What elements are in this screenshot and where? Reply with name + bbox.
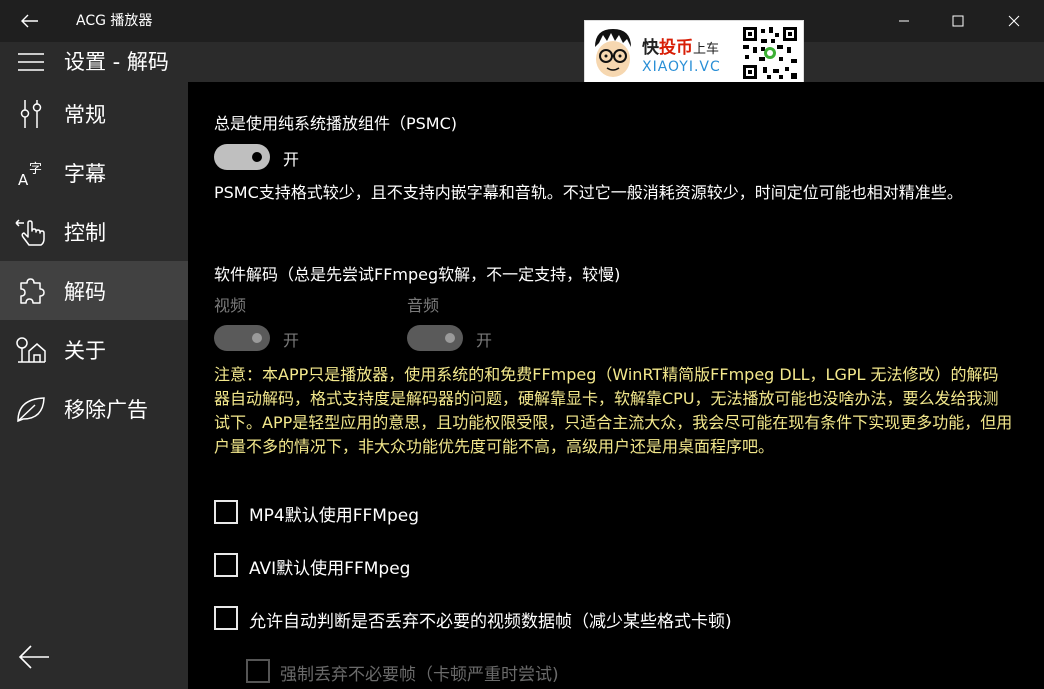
- hamburger-menu-button[interactable]: [12, 42, 50, 82]
- minimize-button[interactable]: [876, 0, 932, 42]
- sidebar-item-label: 移除广告: [64, 397, 148, 422]
- psmc-toggle[interactable]: [214, 144, 270, 170]
- sidebar-item-label: 常规: [64, 102, 106, 127]
- svg-text:A: A: [18, 171, 29, 188]
- toggle-knob: [252, 152, 262, 162]
- avi-ffmpeg-checkbox[interactable]: [214, 553, 238, 577]
- psmc-toggle-label: 开: [283, 150, 300, 169]
- title-back-button[interactable]: [0, 0, 60, 42]
- sidebar-item-label: 解码: [64, 279, 106, 304]
- back-arrow-icon: [21, 14, 38, 28]
- puzzle-icon: [20, 277, 45, 304]
- minimize-icon: [899, 20, 909, 22]
- settings-sliders-icon: [20, 99, 42, 128]
- page-title: 设置 - 解码: [64, 50, 169, 74]
- close-button[interactable]: [986, 0, 1042, 42]
- sidebar-item-label: 关于: [64, 338, 106, 363]
- maximize-button[interactable]: [930, 0, 986, 42]
- sidebar-item-subtitle[interactable]: A字 字幕: [0, 143, 188, 202]
- mp4-ffmpeg-checkbox[interactable]: [214, 500, 238, 524]
- hamburger-icon: [18, 53, 44, 71]
- watermark-logo: 快投币上车 XIAOYI.VC: [584, 20, 804, 84]
- title-bar: ACG 播放器: [0, 0, 1044, 42]
- video-toggle-label: 开: [283, 331, 300, 350]
- avi-ffmpeg-label: AVI默认使用FFMpeg: [249, 559, 411, 579]
- sidebar-item-general[interactable]: 常规: [0, 84, 188, 143]
- sidebar-item-control[interactable]: 控制: [0, 202, 188, 261]
- force-drop-frames-checkbox[interactable]: [246, 659, 270, 683]
- window-title: ACG 播放器: [76, 13, 153, 29]
- mp4-ffmpeg-label: MP4默认使用FFMpeg: [249, 506, 419, 526]
- cartoon-face-logo: [595, 29, 631, 77]
- watermark-url: XIAOYI.VC: [642, 59, 721, 75]
- auto-drop-frames-checkbox[interactable]: [214, 606, 238, 630]
- back-arrow-icon: [18, 645, 49, 669]
- sidebar-back-button[interactable]: [12, 635, 56, 679]
- video-label: 视频: [214, 296, 247, 315]
- subtitle-icon: A字: [18, 162, 42, 188]
- watermark-slogan: 快投币上车: [642, 38, 720, 58]
- settings-content: 总是使用纯系统播放组件（PSMC) 开 PSMC支持格式较少，且不支持内嵌字幕和…: [188, 82, 1044, 689]
- sidebar-item-about[interactable]: 关于: [0, 320, 188, 379]
- close-icon: [1008, 15, 1020, 27]
- audio-decode-toggle[interactable]: [407, 325, 463, 351]
- psmc-heading: 总是使用纯系统播放组件（PSMC): [214, 114, 458, 133]
- header-bar: 设置 - 解码: [0, 42, 1044, 82]
- force-drop-frames-label: 强制丢弃不必要帧（卡顿严重时尝试): [280, 665, 559, 685]
- qr-code-image: [741, 25, 799, 81]
- software-decode-heading: 软件解码（总是先尝试FFmpeg软解，不一定支持，较慢): [214, 265, 621, 284]
- psmc-description: PSMC支持格式较少，且不支持内嵌字幕和音轨。不过它一般消耗资源较少，时间定位可…: [214, 183, 963, 202]
- audio-label: 音频: [407, 296, 440, 315]
- sidebar: 常规 A字 字幕 控制 解码 关于 移除广告: [0, 82, 188, 689]
- video-decode-toggle[interactable]: [214, 325, 270, 351]
- sidebar-item-decode[interactable]: 解码: [0, 261, 188, 320]
- maximize-icon: [952, 15, 964, 27]
- leaf-icon: [17, 396, 45, 422]
- home-info-icon: [16, 336, 46, 363]
- svg-text:字: 字: [29, 162, 42, 177]
- toggle-knob: [445, 333, 455, 343]
- auto-drop-frames-label: 允许自动判断是否丢弃不必要的视频数据帧（减少某些格式卡顿): [249, 612, 732, 632]
- sidebar-item-label: 字幕: [64, 161, 106, 186]
- notice-text: 注意：本APP只是播放器，使用系统的和免费FFmpeg（WinRT精简版FFmp…: [214, 365, 1013, 456]
- touch-hand-icon: [15, 218, 45, 246]
- sidebar-item-remove-ads[interactable]: 移除广告: [0, 379, 188, 438]
- audio-toggle-label: 开: [476, 331, 493, 350]
- toggle-knob: [252, 333, 262, 343]
- sidebar-item-label: 控制: [64, 220, 106, 245]
